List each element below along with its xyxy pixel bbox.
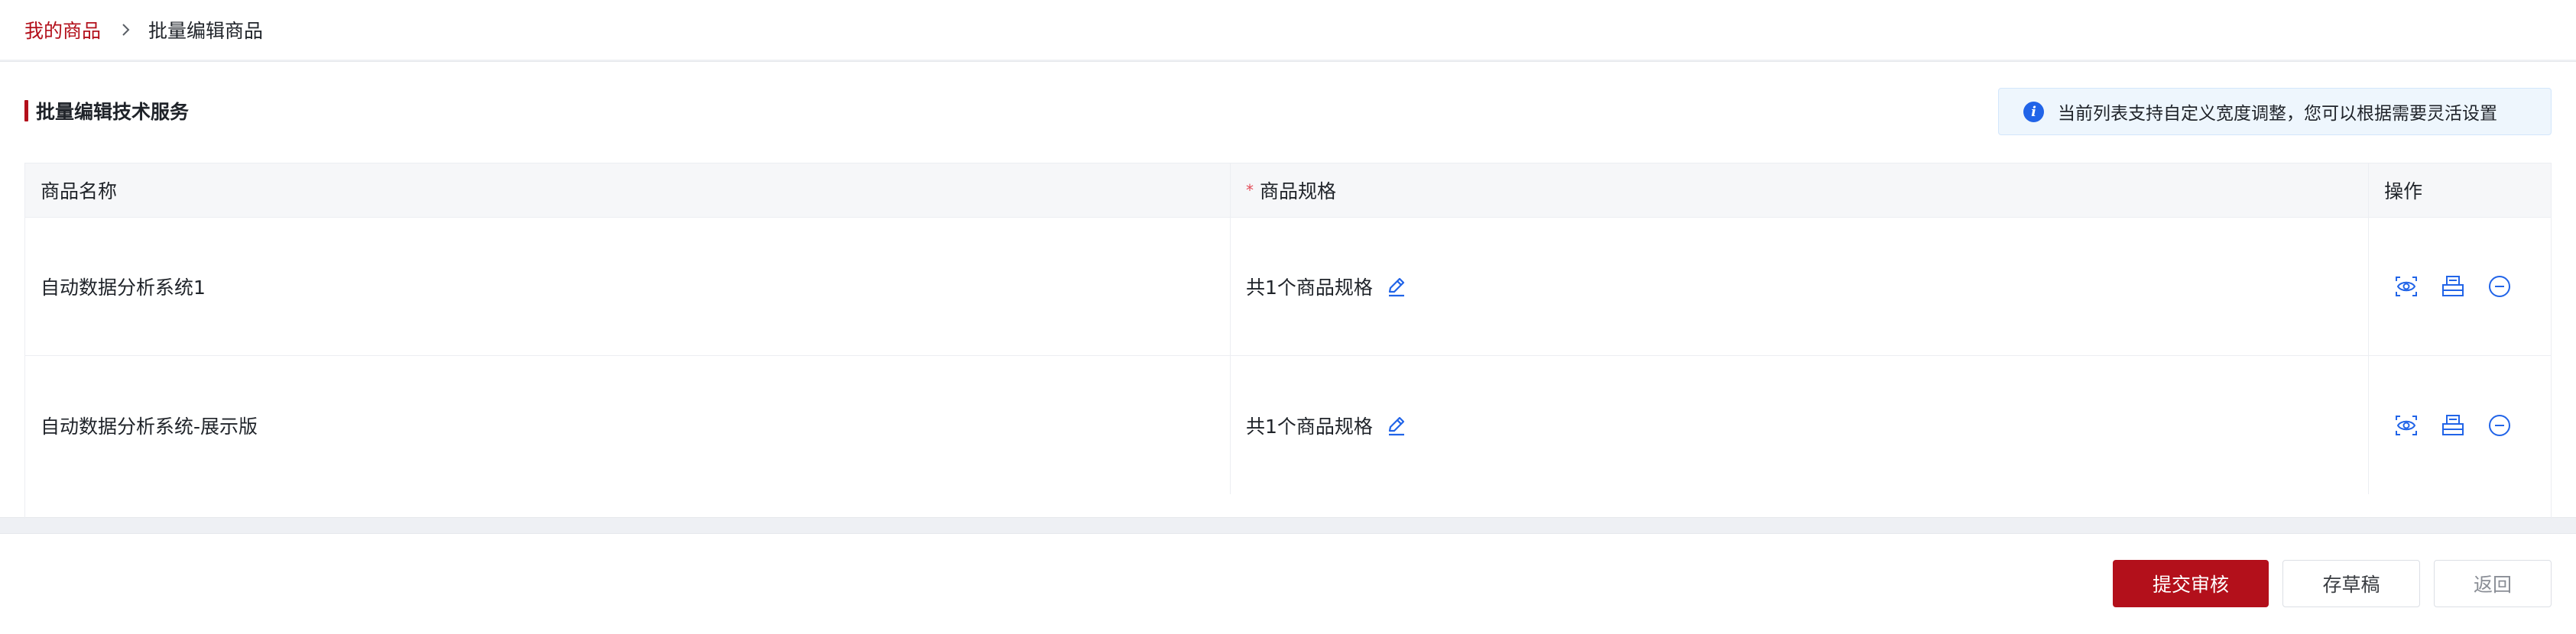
remove-circle-icon[interactable] [2487,273,2513,299]
breadcrumb-my-products-link[interactable]: 我的商品 [24,16,101,44]
edit-spec-icon[interactable] [1385,275,1408,298]
save-draft-button[interactable]: 存草稿 [2282,560,2420,607]
info-tip-text: 当前列表支持自定义宽度调整，您可以根据需要灵活设置 [2058,104,2497,124]
section-title: 批量编辑技术服务 [24,99,189,123]
action-footer: 提交审核 存草稿 返回 [0,533,2576,634]
column-header-name[interactable]: 商品名称 [25,163,1231,217]
product-spec-cell: 共1个商品规格 [1231,356,2370,494]
table-row: 自动数据分析系统-展示版 共1个商品规格 [25,356,2551,494]
product-name: 自动数据分析系统-展示版 [41,415,258,438]
column-header-spec-label: 商品规格 [1260,180,1337,202]
batch-edit-card: 批量编辑技术服务 i 当前列表支持自定义宽度调整，您可以根据需要灵活设置 商品名… [0,61,2576,519]
breadcrumb: 我的商品 批量编辑商品 [0,0,2576,60]
product-spec-cell: 共1个商品规格 [1231,218,2370,355]
preview-eye-icon[interactable] [2393,273,2419,299]
info-tip: i 当前列表支持自定义宽度调整，您可以根据需要灵活设置 [1998,88,2552,135]
required-asterisk: * [1246,181,1254,199]
products-table: 商品名称 * 商品规格 操作 自动数据分析系统1 共1个商品规格 自动数据分析系… [24,163,2552,519]
submit-review-button[interactable]: 提交审核 [2113,560,2269,607]
table-row: 自动数据分析系统1 共1个商品规格 [25,218,2551,356]
product-spec-count: 共1个商品规格 [1246,277,1373,299]
product-name: 自动数据分析系统1 [41,277,206,299]
product-name-cell: 自动数据分析系统1 [25,218,1231,355]
row-actions [2369,218,2551,355]
column-header-name-label: 商品名称 [41,180,118,202]
info-icon: i [2023,101,2044,122]
product-name-cell: 自动数据分析系统-展示版 [25,356,1231,494]
column-header-ops: 操作 [2369,163,2551,217]
column-header-ops-label: 操作 [2384,180,2423,202]
section-title-accent-bar [24,100,28,121]
save-box-icon[interactable] [2440,273,2466,299]
remove-circle-icon[interactable] [2487,412,2513,438]
preview-eye-icon[interactable] [2393,412,2419,438]
product-spec-count: 共1个商品规格 [1246,415,1373,438]
section-title-text: 批量编辑技术服务 [36,101,190,123]
chevron-right-icon [121,22,131,37]
edit-spec-icon[interactable] [1385,414,1408,437]
column-header-spec[interactable]: * 商品规格 [1231,163,2370,217]
breadcrumb-current: 批量编辑商品 [148,20,264,42]
row-actions [2369,356,2551,494]
back-button[interactable]: 返回 [2434,560,2552,607]
save-box-icon[interactable] [2440,412,2466,438]
table-header: 商品名称 * 商品规格 操作 [25,163,2551,218]
